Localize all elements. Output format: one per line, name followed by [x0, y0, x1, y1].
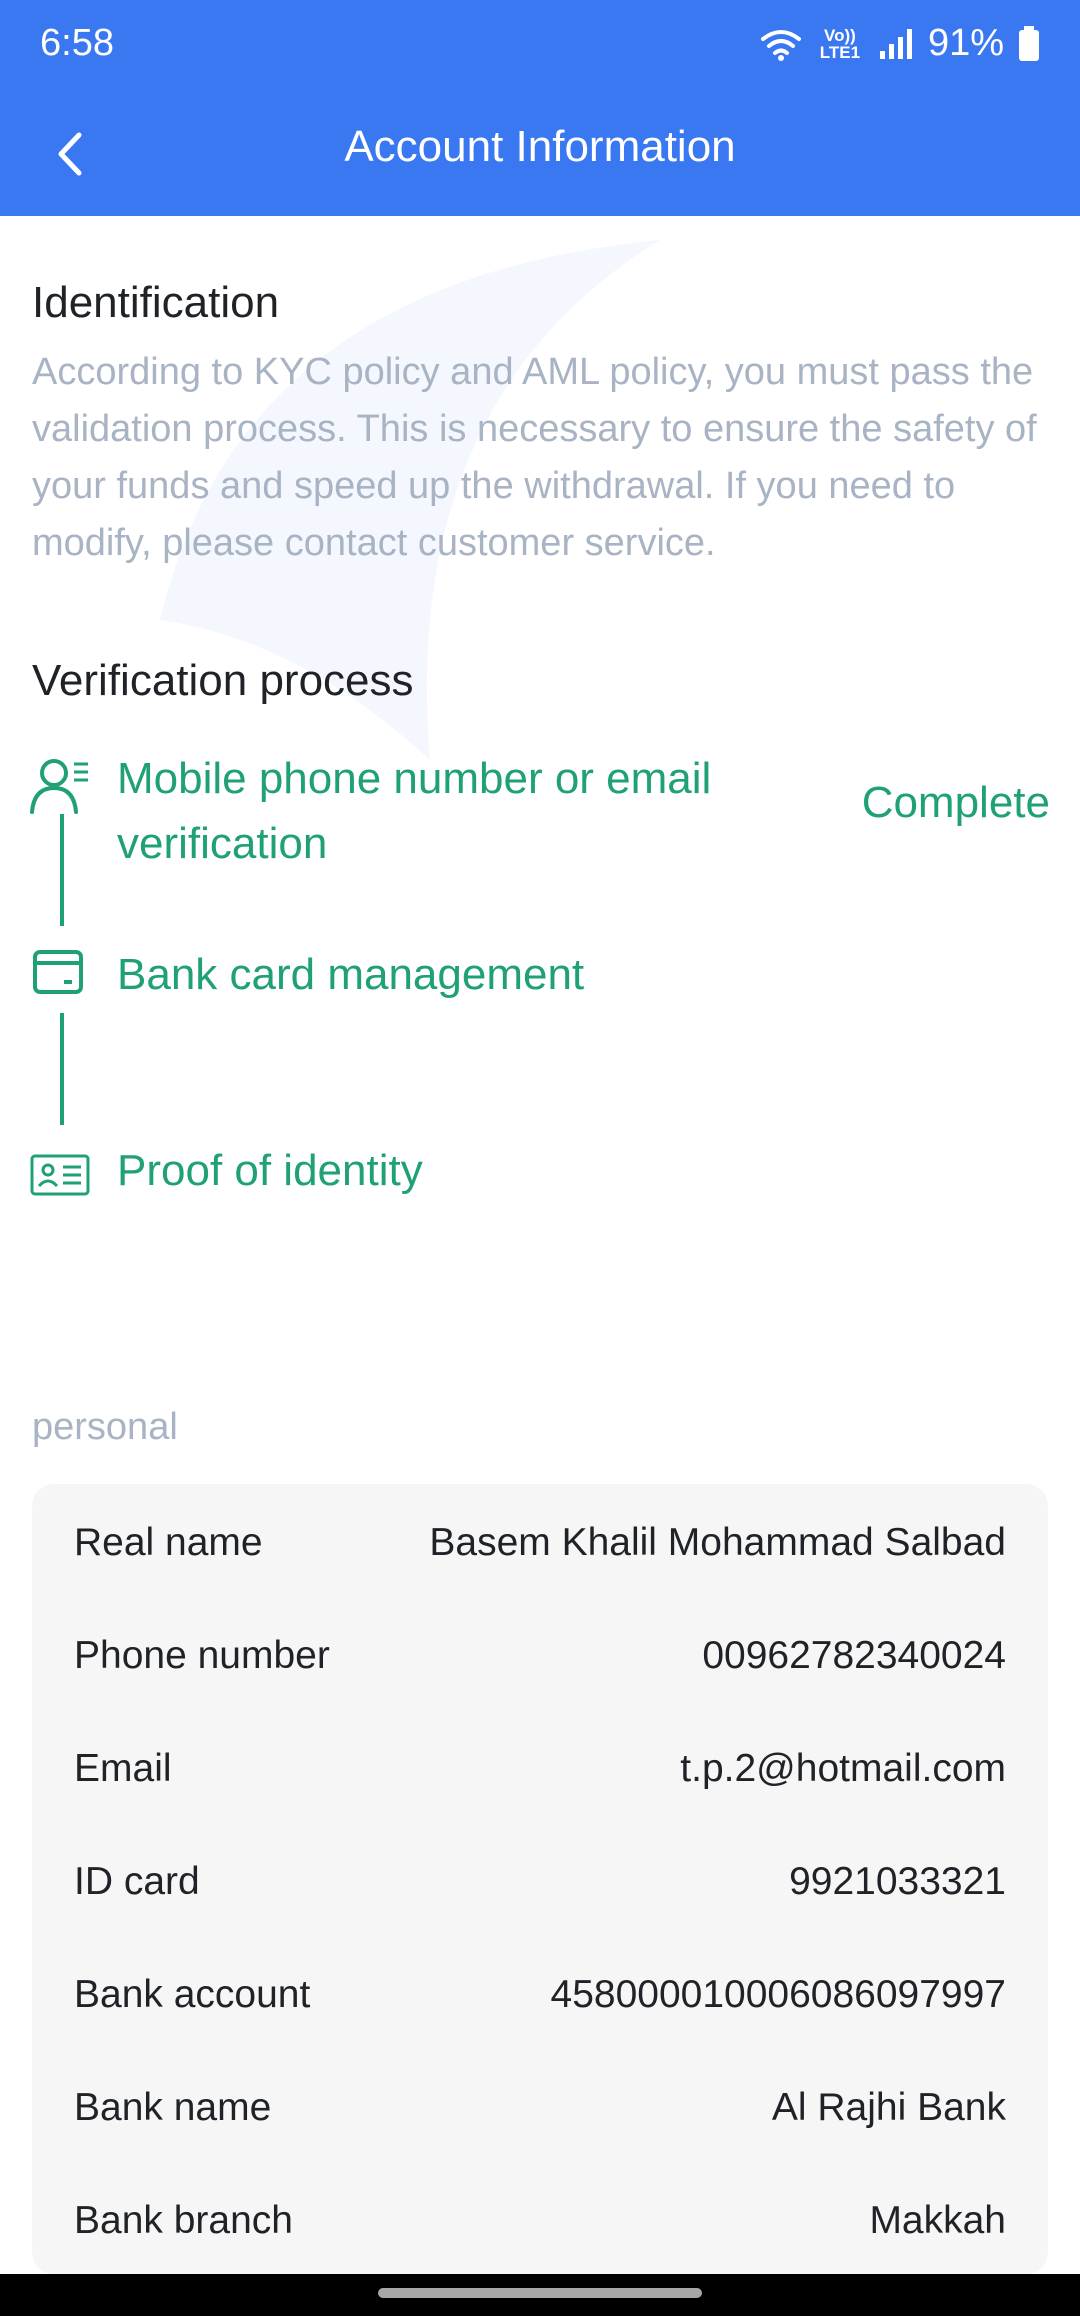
app-bar: Account Information [0, 92, 1080, 216]
row-value: Makkah [869, 2199, 1006, 2242]
battery-percent: 91% [927, 22, 1004, 64]
step-label: Mobile phone number or email verificatio… [117, 754, 712, 868]
row-label: Bank account [74, 1973, 311, 2016]
info-row-id-card: ID card 9921033321 [32, 1847, 1048, 1917]
info-row-bank-branch: Bank branch Makkah [32, 2186, 1048, 2256]
info-row-phone-number: Phone number 00962782340024 [32, 1621, 1048, 1691]
signal-icon [879, 28, 912, 59]
row-label: Bank name [74, 2086, 272, 2129]
row-value: 9921033321 [789, 1860, 1006, 1903]
info-row-bank-name: Bank name Al Rajhi Bank [32, 2073, 1048, 2143]
row-value: Basem Khalil Mohammad Salbad [429, 1521, 1006, 1564]
row-value: t.p.2@hotmail.com [680, 1747, 1006, 1790]
identification-description: According to KYC policy and AML policy, … [32, 351, 1037, 564]
step-label: Bank card management [117, 950, 585, 999]
status-icons: Vo)) LTE1 91% [760, 22, 1040, 65]
step-status-badge: Complete [861, 778, 1050, 827]
id-card-icon [30, 1154, 90, 1196]
status-time: 6:58 [40, 22, 114, 64]
home-gesture-handle[interactable] [378, 2288, 702, 2298]
network-type: Vo)) LTE1 [819, 25, 861, 62]
info-row-real-name: Real name Basem Khalil Mohammad Salbad [32, 1508, 1048, 1578]
status-bar: 6:58 Vo)) LTE1 91% [0, 0, 1080, 92]
page-title: Account Information [344, 122, 736, 171]
battery-icon [1019, 25, 1039, 61]
row-value: Al Rajhi Bank [771, 2086, 1006, 2129]
personal-section-label: personal [32, 1406, 178, 1448]
step-connector [60, 814, 64, 926]
system-nav-bar [0, 2274, 1080, 2316]
row-label: Email [74, 1747, 172, 1790]
info-row-bank-account: Bank account 458000010006086097997 [32, 1960, 1048, 2030]
row-value: 458000010006086097997 [550, 1973, 1007, 2016]
wifi-icon [760, 29, 801, 61]
identification-title: Identification [32, 278, 280, 327]
row-label: ID card [74, 1860, 200, 1903]
row-label: Phone number [74, 1634, 330, 1677]
verification-title: Verification process [32, 656, 414, 705]
info-row-email: Email t.p.2@hotmail.com [32, 1734, 1048, 1804]
user-list-icon [30, 759, 88, 814]
personal-info-card: Real name Basem Khalil Mohammad Salbad P… [32, 1484, 1048, 2274]
step-connector [60, 1013, 64, 1125]
card-icon [33, 950, 83, 994]
row-label: Bank branch [74, 2199, 293, 2242]
step-label: Proof of identity [117, 1146, 423, 1195]
row-value: 00962782340024 [702, 1634, 1006, 1677]
row-label: Real name [74, 1521, 263, 1564]
